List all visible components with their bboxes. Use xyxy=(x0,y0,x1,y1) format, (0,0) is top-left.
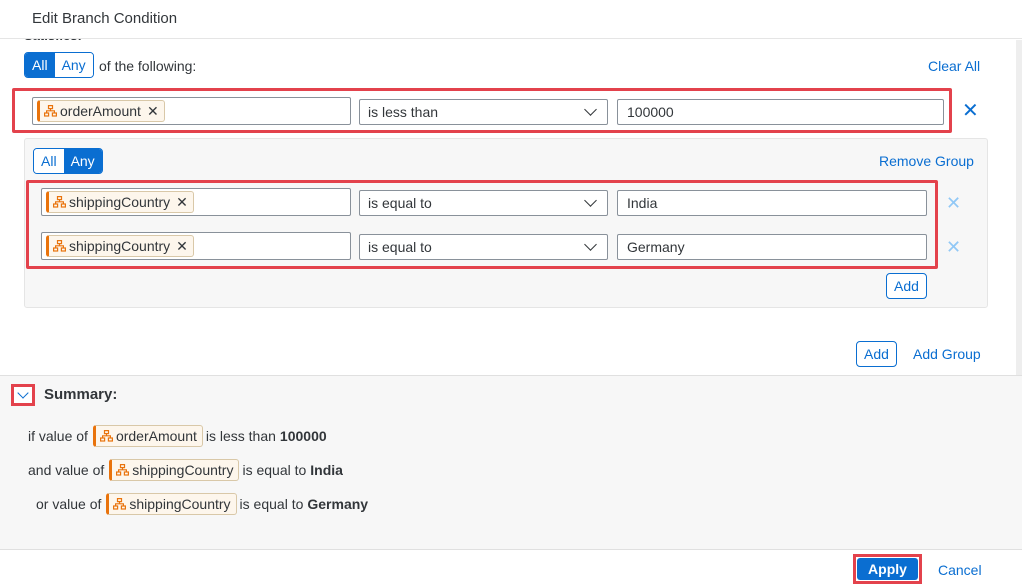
operator-select-2[interactable]: is equal to xyxy=(359,190,608,216)
add-button[interactable]: Add xyxy=(856,341,897,367)
delete-row-icon[interactable]: ✕ xyxy=(946,193,961,213)
hierarchy-icon xyxy=(53,196,66,208)
collapse-summary-button[interactable] xyxy=(11,384,35,406)
dialog-header: Edit Branch Condition xyxy=(0,0,1022,39)
value-input-3[interactable]: Germany xyxy=(617,234,927,260)
delete-row-icon[interactable]: ✕ xyxy=(962,101,979,121)
summary-op: is equal to xyxy=(239,496,304,512)
add-group-link[interactable]: Add Group xyxy=(913,346,981,362)
operator-select-3[interactable]: is equal to xyxy=(359,234,608,260)
highlight-apply: Apply xyxy=(853,554,922,584)
hierarchy-icon xyxy=(53,240,66,252)
remove-group-link[interactable]: Remove Group xyxy=(879,153,974,169)
variable-token: orderAmount ✕ xyxy=(37,100,165,122)
value-text: India xyxy=(627,195,658,211)
value-input-2[interactable]: India xyxy=(617,190,927,216)
group-toggle-all[interactable]: All xyxy=(34,149,64,173)
value-input-1[interactable]: 100000 xyxy=(617,99,944,125)
apply-button[interactable]: Apply xyxy=(857,558,918,580)
remove-token-icon[interactable]: ✕ xyxy=(176,194,188,211)
token-label: shippingCountry xyxy=(69,238,171,254)
scrollbar[interactable] xyxy=(1016,40,1022,375)
summary-op: is less than xyxy=(205,428,276,444)
operator-value: is equal to xyxy=(368,195,432,211)
token-label: shippingCountry xyxy=(132,462,234,478)
token-label: shippingCountry xyxy=(129,496,231,512)
chevron-down-icon xyxy=(584,103,597,116)
token-label: orderAmount xyxy=(115,428,197,444)
operator-value: is less than xyxy=(368,104,439,120)
summary-line: and value of shippingCountry is equal to… xyxy=(28,459,343,481)
hierarchy-icon xyxy=(99,430,113,442)
chevron-down-icon xyxy=(584,238,597,251)
summary-prefix: if value of xyxy=(28,428,88,444)
remove-token-icon[interactable]: ✕ xyxy=(147,103,159,120)
summary-prefix: and value of xyxy=(28,462,105,478)
chevron-down-icon xyxy=(584,194,597,207)
value-text: 100000 xyxy=(627,104,674,120)
operand-field-2[interactable]: shippingCountry ✕ xyxy=(41,188,351,216)
operator-value: is equal to xyxy=(368,239,432,255)
toggle-any[interactable]: Any xyxy=(54,53,93,77)
variable-token: shippingCountry xyxy=(106,493,237,515)
operand-field-1[interactable]: orderAmount ✕ xyxy=(32,97,351,125)
dialog-title: Edit Branch Condition xyxy=(32,10,178,27)
clear-all-link[interactable]: Clear All xyxy=(928,58,980,74)
delete-row-icon[interactable]: ✕ xyxy=(946,237,961,257)
operand-field-3[interactable]: shippingCountry ✕ xyxy=(41,232,351,260)
hierarchy-icon xyxy=(116,464,130,476)
remove-token-icon[interactable]: ✕ xyxy=(176,238,188,255)
chevron-down-icon xyxy=(17,387,29,399)
of-following-text: of the following: xyxy=(99,58,197,74)
summary-title: Summary: xyxy=(44,386,118,403)
value-text: Germany xyxy=(627,239,685,255)
token-label: shippingCountry xyxy=(69,194,171,210)
group-match-toggle: All Any xyxy=(33,148,103,174)
cancel-button[interactable]: Cancel xyxy=(938,562,982,578)
group-add-button[interactable]: Add xyxy=(886,273,927,299)
group-toggle-any[interactable]: Any xyxy=(63,149,102,173)
summary-value: 100000 xyxy=(279,428,327,444)
summary-value: India xyxy=(310,462,343,478)
variable-token: shippingCountry xyxy=(109,459,240,481)
summary-value: Germany xyxy=(307,496,369,512)
operator-select-1[interactable]: is less than xyxy=(359,99,608,125)
summary-line: if value of orderAmount is less than 100… xyxy=(28,425,327,447)
summary-prefix: or value of xyxy=(36,496,102,512)
variable-token: shippingCountry ✕ xyxy=(46,235,194,257)
match-toggle: All Any xyxy=(24,52,94,78)
hierarchy-icon xyxy=(44,105,57,117)
toggle-all[interactable]: All xyxy=(25,53,55,77)
summary-op: is equal to xyxy=(242,462,307,478)
summary-line: or value of shippingCountry is equal to … xyxy=(36,493,368,515)
token-label: orderAmount xyxy=(60,103,141,119)
variable-token: orderAmount xyxy=(92,425,203,447)
variable-token: shippingCountry ✕ xyxy=(46,191,194,213)
hierarchy-icon xyxy=(113,498,127,510)
